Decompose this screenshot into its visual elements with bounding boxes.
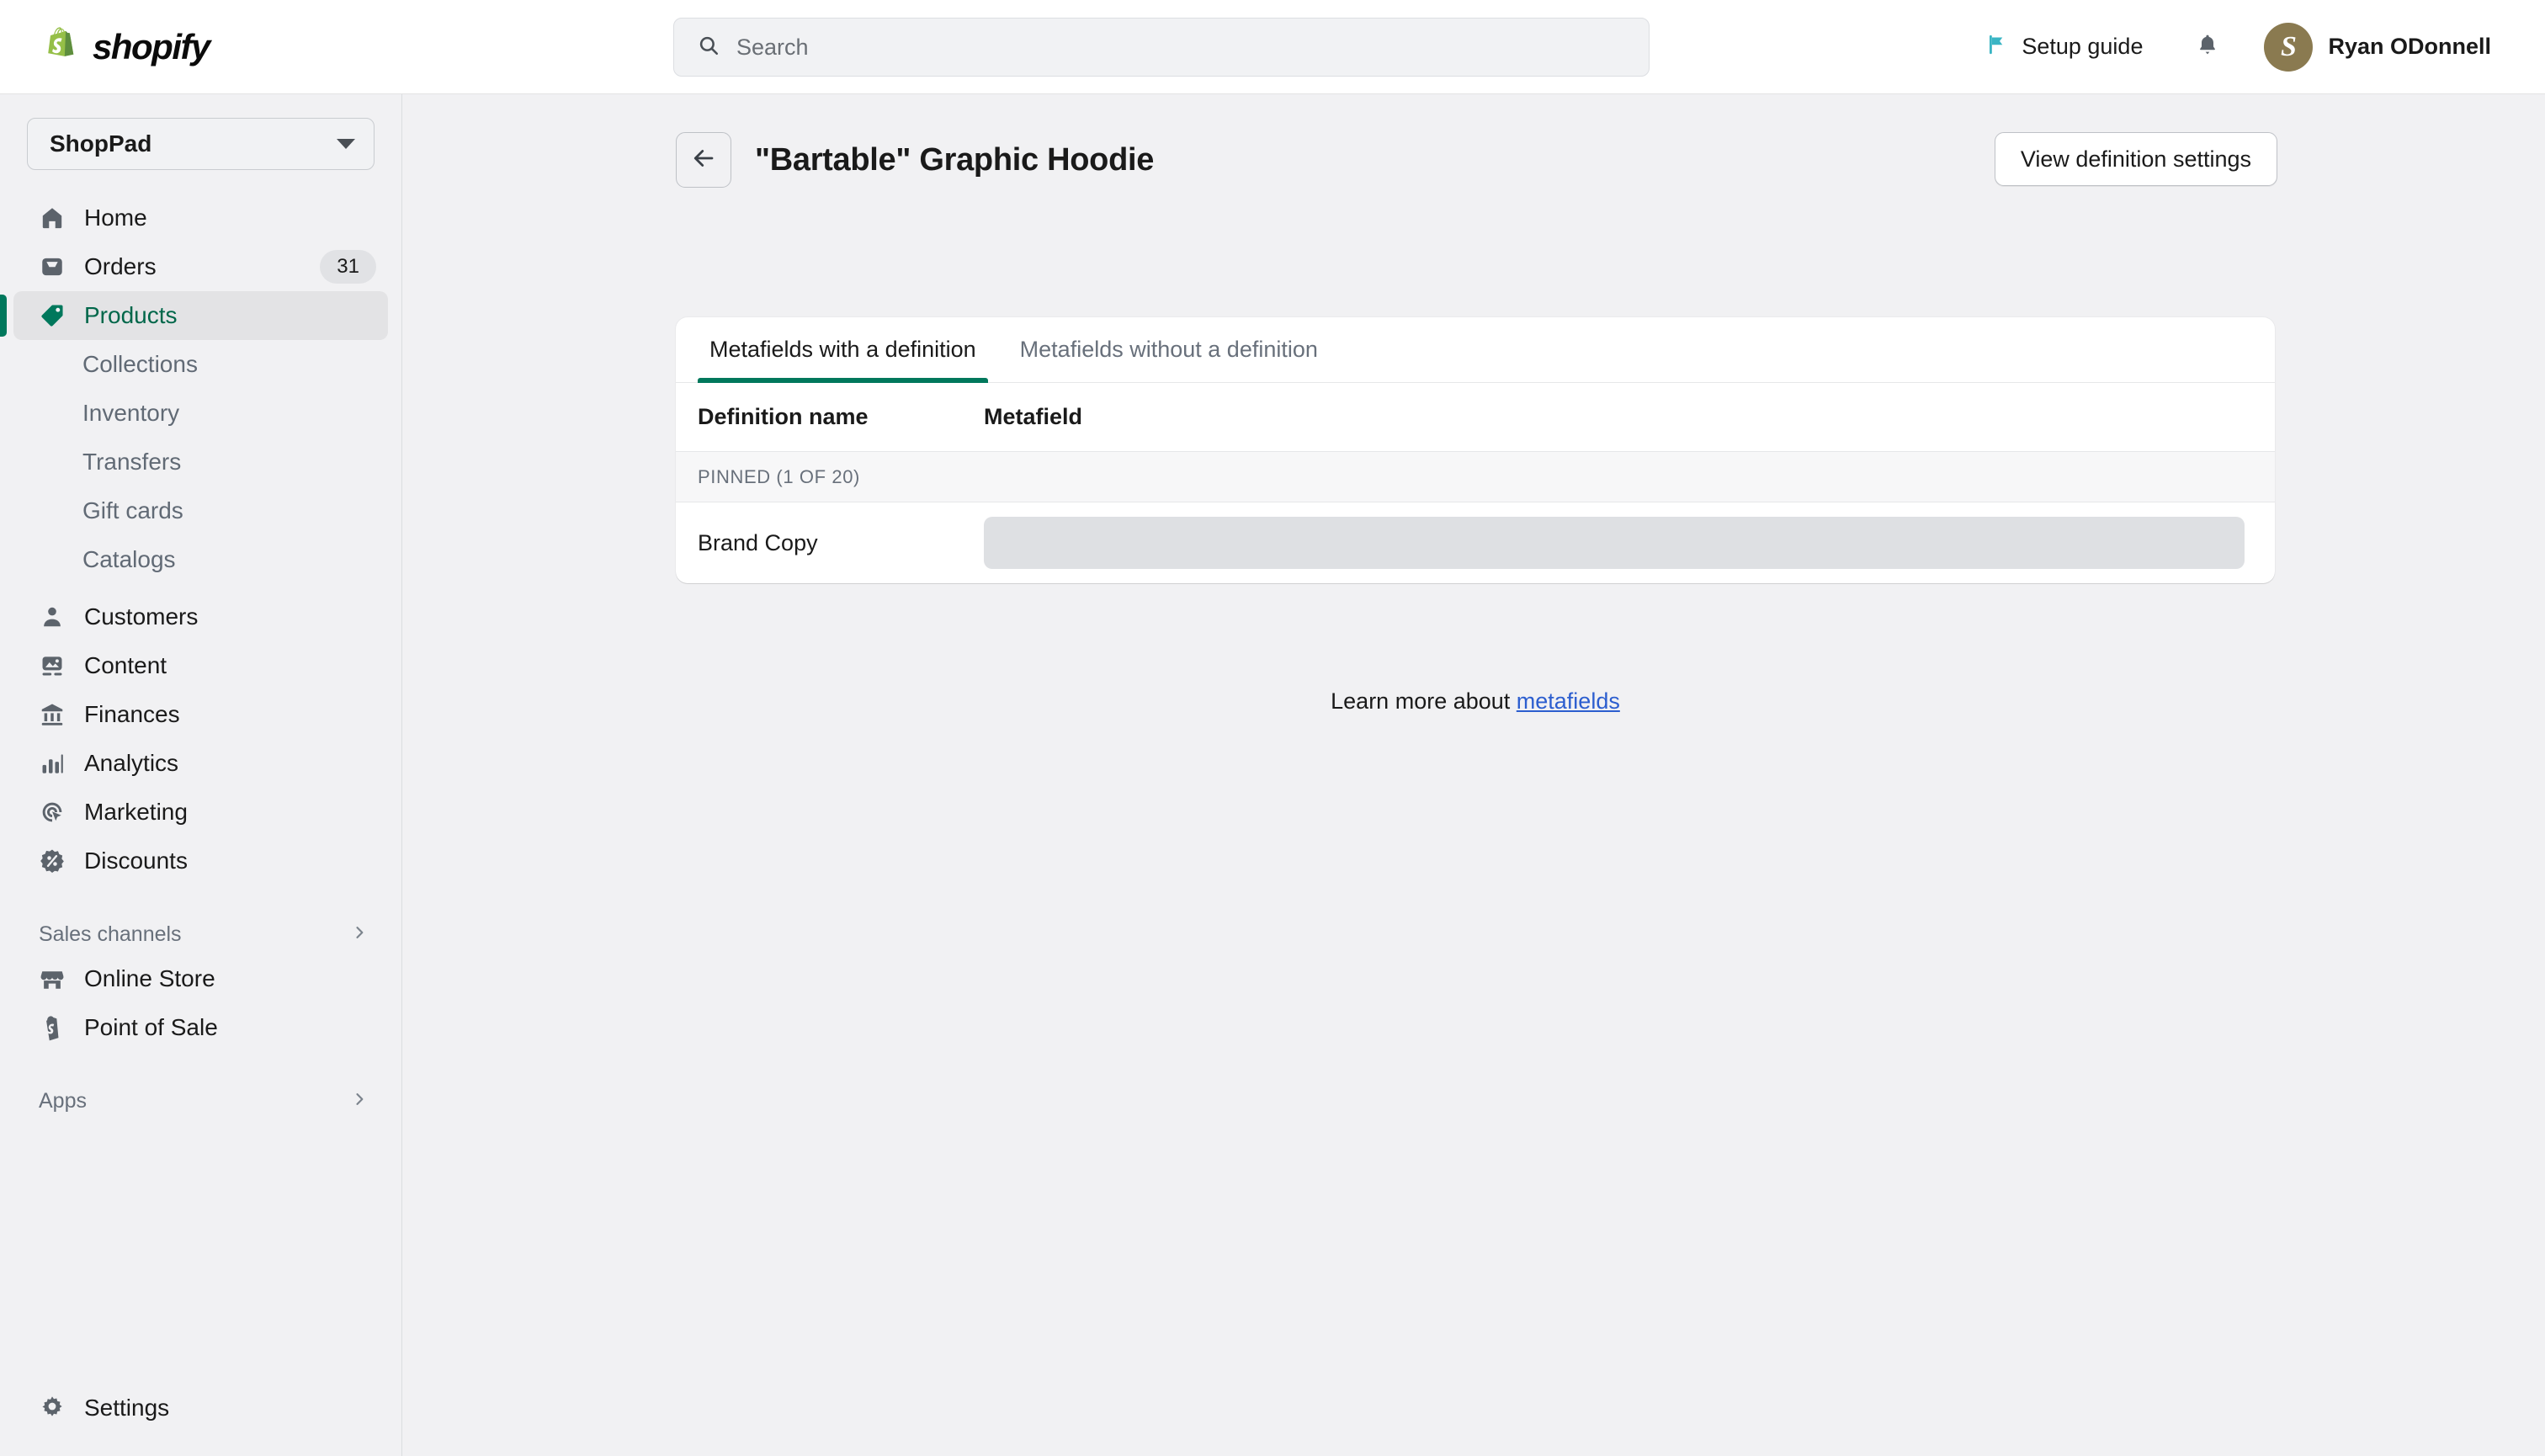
top-bar: shopify Search Setup guide S Ryan ODonne… bbox=[0, 0, 2545, 94]
store-switcher[interactable]: ShopPad bbox=[27, 118, 375, 170]
sidebar-item-label: Home bbox=[84, 205, 147, 231]
sidebar-item-online-store[interactable]: Online Store bbox=[13, 954, 388, 1003]
sidebar-section-sales-channels[interactable]: Sales channels bbox=[13, 914, 388, 954]
sidebar-subitem-label: Gift cards bbox=[82, 497, 183, 523]
sidebar-item-label: Products bbox=[84, 302, 178, 328]
pos-bag-icon bbox=[39, 1014, 66, 1041]
sidebar-item-content[interactable]: Content bbox=[13, 641, 388, 690]
metafields-card: Metafields with a definition Metafields … bbox=[676, 317, 2275, 583]
top-bar-right: Setup guide S Ryan ODonnell bbox=[1971, 14, 2505, 80]
back-button[interactable] bbox=[676, 132, 731, 188]
cell-metafield-value[interactable] bbox=[984, 517, 2248, 569]
learn-more-footer: Learn more about metafields bbox=[676, 688, 2275, 715]
sidebar-item-collections[interactable]: Collections bbox=[13, 340, 388, 389]
sidebar-item-inventory[interactable]: Inventory bbox=[13, 389, 388, 438]
gear-icon bbox=[39, 1395, 66, 1421]
sidebar-item-label: Content bbox=[84, 652, 167, 678]
tab-label: Metafields with a definition bbox=[709, 337, 976, 362]
shopify-wordmark: shopify bbox=[93, 26, 210, 66]
apps-label: Apps bbox=[39, 1088, 87, 1113]
chevron-down-icon bbox=[337, 139, 355, 149]
sidebar-item-marketing[interactable]: Marketing bbox=[13, 788, 388, 837]
sidebar-item-label: Point of Sale bbox=[84, 1014, 218, 1040]
sidebar-item-home[interactable]: Home bbox=[13, 194, 388, 242]
sidebar-subitem-label: Catalogs bbox=[82, 546, 176, 572]
discount-percent-icon bbox=[39, 848, 66, 874]
bar-chart-icon bbox=[39, 750, 66, 777]
setup-guide-button[interactable]: Setup guide bbox=[1971, 24, 2158, 70]
product-tag-icon bbox=[39, 302, 66, 329]
sidebar-item-catalogs[interactable]: Catalogs bbox=[13, 535, 388, 584]
sidebar-item-point-of-sale[interactable]: Point of Sale bbox=[13, 1003, 388, 1052]
sidebar-item-transfers[interactable]: Transfers bbox=[13, 438, 388, 486]
sidebar-item-gift-cards[interactable]: Gift cards bbox=[13, 486, 388, 535]
table-header-row: Definition name Metafield bbox=[676, 383, 2275, 452]
metafields-link[interactable]: metafields bbox=[1517, 688, 1620, 714]
setup-guide-label: Setup guide bbox=[2022, 34, 2144, 59]
store-name: ShopPad bbox=[50, 130, 152, 157]
home-icon bbox=[39, 205, 66, 231]
search-icon bbox=[698, 35, 720, 61]
image-icon bbox=[39, 652, 66, 679]
storefront-icon bbox=[39, 965, 66, 992]
tab-metafields-without-definition[interactable]: Metafields without a definition bbox=[998, 317, 1340, 382]
column-header-definition-name: Definition name bbox=[698, 404, 869, 429]
sidebar-item-discounts[interactable]: Discounts bbox=[13, 837, 388, 885]
view-definition-settings-button[interactable]: View definition settings bbox=[1994, 132, 2277, 186]
cell-definition-name: Brand Copy bbox=[698, 529, 818, 555]
table-row[interactable]: Brand Copy bbox=[676, 502, 2275, 583]
sidebar-item-finances[interactable]: Finances bbox=[13, 690, 388, 739]
flag-icon bbox=[1986, 34, 2008, 60]
sidebar-subitem-label: Inventory bbox=[82, 400, 180, 426]
chevron-right-icon bbox=[351, 924, 368, 945]
orders-badge: 31 bbox=[320, 250, 376, 284]
arrow-left-icon bbox=[691, 146, 716, 175]
search-placeholder: Search bbox=[736, 34, 809, 60]
sidebar-item-customers[interactable]: Customers bbox=[13, 592, 388, 641]
sidebar-item-products[interactable]: Products bbox=[0, 291, 388, 340]
sidebar-item-label: Discounts bbox=[84, 848, 188, 874]
sidebar-subitem-label: Transfers bbox=[82, 449, 182, 475]
tab-label: Metafields without a definition bbox=[1019, 337, 1318, 362]
page-title: "Bartable" Graphic Hoodie bbox=[755, 141, 1155, 178]
avatar: S bbox=[2264, 22, 2314, 72]
sidebar-item-label: Orders bbox=[84, 253, 157, 279]
sidebar-item-label: Online Store bbox=[84, 965, 215, 991]
sidebar-item-analytics[interactable]: Analytics bbox=[13, 739, 388, 788]
column-header-metafield: Metafield bbox=[984, 404, 1083, 429]
learn-more-text: Learn more about bbox=[1331, 688, 1517, 714]
user-menu-button[interactable]: S Ryan ODonnell bbox=[2255, 14, 2505, 80]
search-input[interactable]: Search bbox=[673, 18, 1650, 77]
table-group-header: PINNED (1 OF 20) bbox=[676, 452, 2275, 502]
bell-icon bbox=[2196, 33, 2219, 61]
person-icon bbox=[39, 603, 66, 630]
sidebar-item-settings[interactable]: Settings bbox=[13, 1384, 388, 1432]
sidebar-item-orders[interactable]: Orders 31 bbox=[13, 242, 388, 291]
shopify-logo[interactable]: shopify bbox=[42, 26, 210, 68]
group-label: PINNED (1 OF 20) bbox=[698, 465, 860, 487]
main-content: "Bartable" Graphic Hoodie View definitio… bbox=[403, 94, 2545, 1456]
marketing-target-icon bbox=[39, 799, 66, 826]
metafield-loading-skeleton bbox=[984, 517, 2245, 569]
bank-icon bbox=[39, 701, 66, 728]
user-name: Ryan ODonnell bbox=[2328, 34, 2491, 59]
notifications-button[interactable] bbox=[2180, 21, 2235, 73]
sidebar-item-label: Finances bbox=[84, 701, 180, 727]
sidebar-section-apps[interactable]: Apps bbox=[13, 1081, 388, 1121]
shopify-bag-icon bbox=[42, 26, 81, 68]
sidebar-item-label: Marketing bbox=[84, 799, 188, 825]
sidebar-subitem-label: Collections bbox=[82, 351, 198, 377]
sidebar-item-label: Customers bbox=[84, 603, 199, 630]
sidebar-item-label: Analytics bbox=[84, 750, 179, 776]
tab-metafields-with-definition[interactable]: Metafields with a definition bbox=[688, 317, 998, 383]
sidebar: ShopPad Home Orders 31 Products Collecti… bbox=[0, 94, 402, 1456]
sidebar-item-label: Settings bbox=[84, 1395, 170, 1421]
primary-nav: Home Orders 31 Products Collections Inve… bbox=[0, 194, 401, 1121]
chevron-right-icon bbox=[351, 1091, 368, 1112]
metafields-tabs: Metafields with a definition Metafields … bbox=[676, 317, 2275, 383]
sales-channels-label: Sales channels bbox=[39, 922, 182, 946]
orders-icon bbox=[39, 253, 66, 280]
